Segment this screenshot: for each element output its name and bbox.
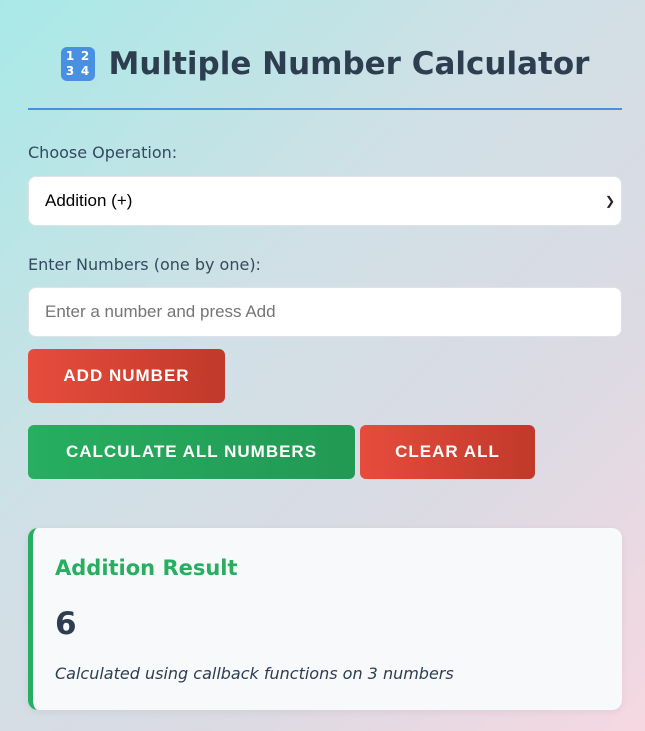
result-title: Addition Result [55,556,238,580]
operation-select-value: Addition (+) [45,191,133,210]
page-title: 1234 Multiple Number Calculator [28,46,622,82]
clear-all-button[interactable]: CLEAR ALL [360,425,535,479]
numbers-icon: 1234 [60,47,95,81]
result-value: 6 [55,606,77,642]
chevron-down-icon: ❯ [604,194,615,208]
result-note: Calculated using callback functions on 3… [55,664,454,683]
page-title-text: Multiple Number Calculator [108,46,590,82]
number-input-placeholder: Enter a number and press Add [45,302,276,321]
result-card: Addition Result 6 Calculated using callb… [28,528,622,710]
header-divider [28,108,622,110]
add-number-button[interactable]: ADD NUMBER [28,349,225,403]
calculate-all-button[interactable]: CALCULATE ALL NUMBERS [28,425,355,479]
numbers-label: Enter Numbers (one by one): [28,255,261,274]
number-input[interactable]: Enter a number and press Add [28,287,622,337]
operation-label: Choose Operation: [28,143,178,162]
operation-select[interactable]: Addition (+) ❯ [28,176,622,226]
